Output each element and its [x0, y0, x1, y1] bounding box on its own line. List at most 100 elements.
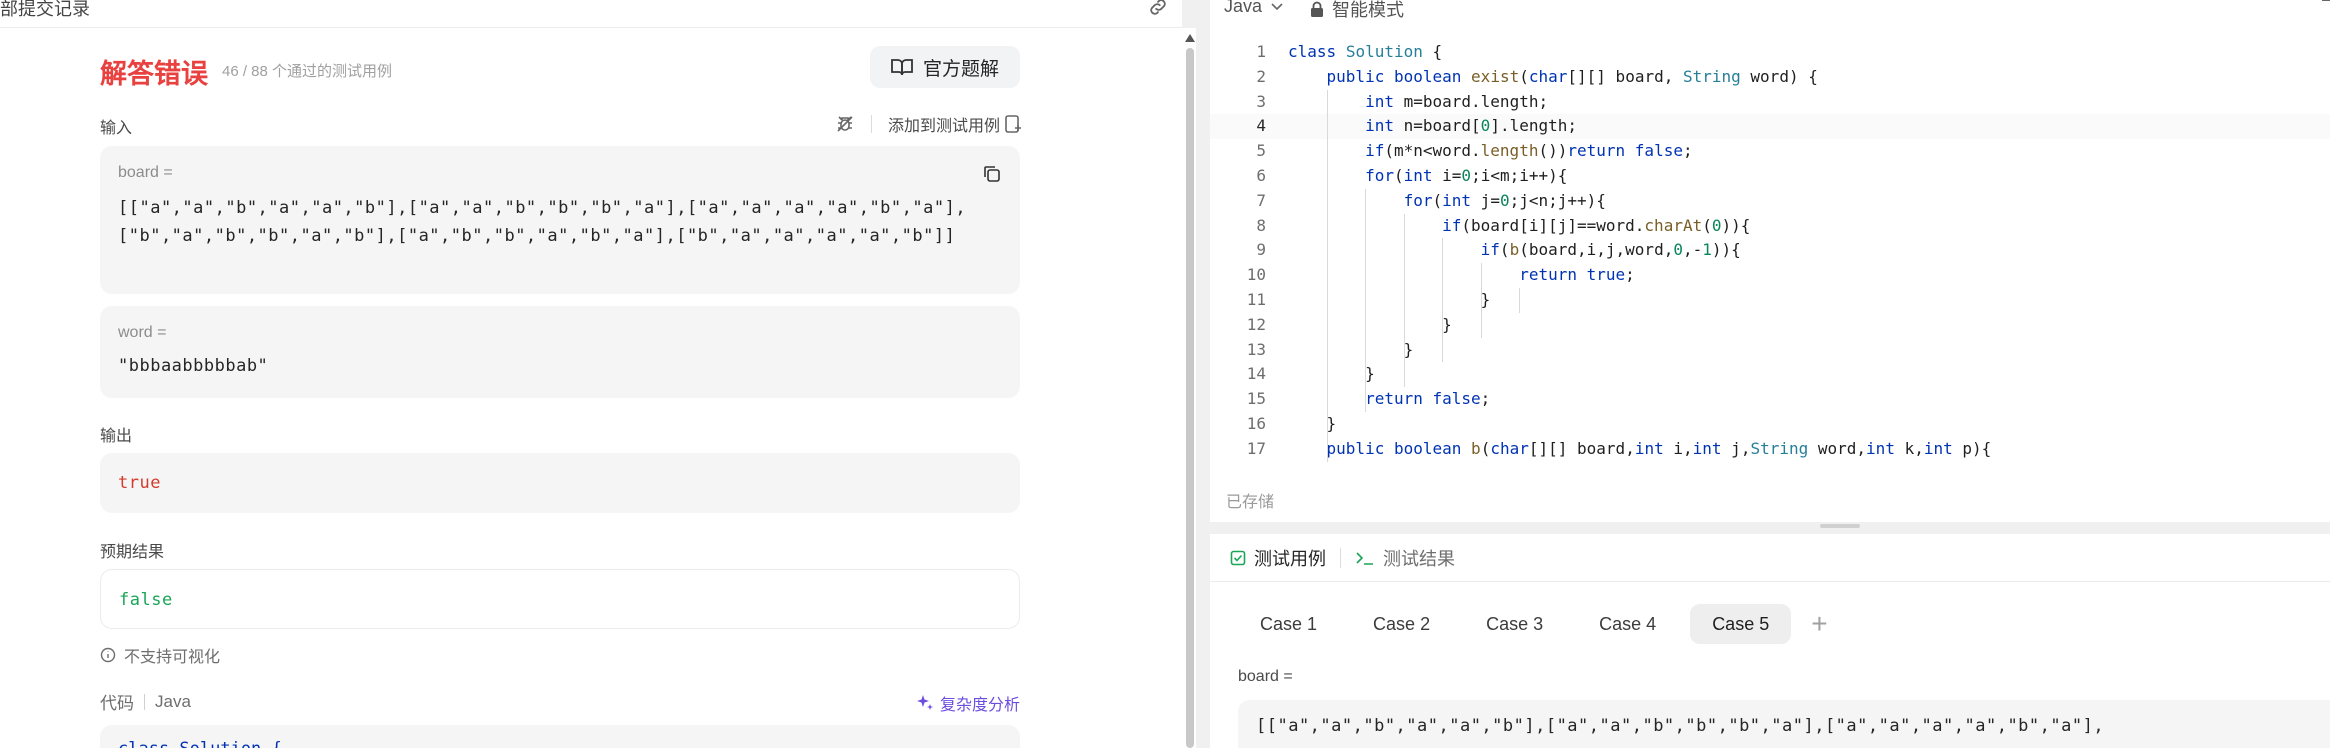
code-line[interactable]: 5 if(m*n<word.length())return false;	[1210, 139, 2330, 164]
breadcrumb[interactable]: 部提交记录	[0, 0, 90, 18]
input-toolbar: 添加到测试用例	[835, 112, 1022, 136]
testcase-board-label: board =	[1238, 668, 1293, 685]
code-line[interactable]: 13 }	[1210, 338, 2330, 363]
case-tabs: Case 1 Case 2 Case 3 Case 4 Case 5 +	[1238, 604, 1836, 644]
smart-mode-toggle[interactable]: 智能模式	[1310, 0, 1404, 22]
panel-divider[interactable]	[1196, 0, 1210, 748]
code-text: }	[1288, 314, 1452, 334]
line-number: 12	[1246, 314, 1266, 334]
language-selector[interactable]: Java	[1224, 0, 1284, 17]
board-label: board =	[118, 164, 173, 181]
no-visualization-note: 不支持可视化	[100, 643, 220, 667]
case-tab[interactable]: Case 1	[1238, 604, 1339, 644]
code-text: return false;	[1365, 389, 1491, 409]
lock-icon	[1311, 1, 1323, 17]
test-panel: 测试用例 测试结果 Case 1 Case 2 Case 3 Case 4 Case 5…	[1210, 534, 2330, 748]
official-solution-button[interactable]: 官方题解	[870, 46, 1020, 88]
line-number: 1	[1256, 42, 1266, 61]
code-text: return true;	[1519, 265, 1635, 285]
bug-icon[interactable]	[835, 114, 855, 134]
complexity-analysis-button[interactable]: 复杂度分析	[916, 691, 1020, 715]
code-preview-text: class Solution {	[118, 739, 282, 748]
menu-icon[interactable]	[2316, 0, 2330, 14]
add-testcase-icon	[1005, 115, 1021, 133]
line-number: 2	[1256, 66, 1266, 86]
board-input-box: board = [["a","a","b","a","a","b"],["a",…	[100, 146, 1020, 294]
code-line[interactable]: 4 int n=board[0].length;	[1210, 114, 2330, 140]
case-tab[interactable]: Case 4	[1577, 604, 1678, 644]
line-number: 3	[1256, 91, 1266, 111]
line-number: 8	[1256, 215, 1266, 235]
scroll-up-arrow[interactable]	[1185, 34, 1195, 42]
tab-test-result-label: 测试结果	[1383, 548, 1455, 569]
code-line[interactable]: 17 public boolean b(char[][] board,int i…	[1210, 437, 2330, 462]
code-line[interactable]: 15 return false;	[1210, 387, 2330, 412]
code-line[interactable]: 9 if(b(board,i,j,word,0,-1)){	[1210, 238, 2330, 263]
line-number: 5	[1256, 141, 1266, 161]
code-header: 代码 Java	[100, 689, 191, 714]
code-text: }	[1288, 364, 1375, 384]
code-area[interactable]: 1 class Solution { 2 public boolean exist(…	[1210, 40, 2330, 462]
code-line[interactable]: 7 for(int j=0;j<n;j++){	[1210, 189, 2330, 214]
code-line[interactable]: 1 class Solution {	[1210, 40, 2330, 65]
smart-mode-label: 智能模式	[1332, 0, 1404, 20]
code-text: public boolean exist(char[][] board, Str…	[1326, 66, 1818, 86]
info-icon	[100, 647, 116, 663]
code-text: }	[1288, 289, 1491, 309]
indent-guide	[1403, 213, 1405, 388]
tab-testcase[interactable]: 测试用例	[1230, 545, 1326, 571]
code-text: public boolean b(char[][] board,int i,in…	[1326, 438, 1992, 458]
code-text: int n=board[0].length;	[1365, 116, 1578, 136]
output-value: true	[118, 473, 161, 493]
case-tab[interactable]: Case 2	[1351, 604, 1452, 644]
expected-box: false	[100, 569, 1020, 629]
add-to-testcase-button[interactable]: 添加到测试用例	[888, 112, 1022, 136]
code-line[interactable]: 10 return true;	[1210, 263, 2330, 288]
page: 部提交记录 解答错误 46 / 88 个通过的测试用例 官方题解 输入 添加到测	[0, 0, 2330, 748]
tabs-separator	[1340, 547, 1341, 568]
testcase-board-input[interactable]: [["a","a","b","a","a","b"],["a","a","b",…	[1238, 700, 2330, 748]
case-tab[interactable]: Case 3	[1464, 604, 1565, 644]
result-count: 46 / 88 个通过的测试用例	[222, 63, 393, 80]
add-case-button[interactable]: +	[1803, 608, 1835, 640]
vertical-resize-handle[interactable]	[1820, 524, 1860, 528]
code-language: Java	[155, 691, 191, 711]
code-label: 代码	[100, 694, 134, 713]
sparkle-icon	[916, 695, 933, 710]
language-label: Java	[1224, 0, 1263, 16]
code-line[interactable]: 16 }	[1210, 412, 2330, 437]
word-label: word =	[118, 324, 167, 341]
line-number: 16	[1246, 413, 1266, 433]
left-topbar: 部提交记录	[0, 0, 1182, 28]
code-editor-panel: Java 智能模式 1 class Solution { 2 public bool…	[1210, 0, 2330, 522]
code-text: }	[1288, 413, 1337, 433]
code-line[interactable]: 8 if(board[i][j]==word.charAt(0)){	[1210, 214, 2330, 239]
indent-guide	[1442, 238, 1444, 363]
input-label: 输入	[100, 120, 133, 137]
link-icon[interactable]	[1146, 0, 1170, 18]
code-text: class Solution {	[1288, 42, 1443, 61]
line-number: 6	[1256, 165, 1266, 185]
line-number: 4	[1256, 116, 1266, 136]
output-box: true	[100, 453, 1020, 513]
code-text: if(b(board,i,j,word,0,-1)){	[1480, 240, 1741, 260]
code-line[interactable]: 12 }	[1210, 313, 2330, 338]
left-scrollbar-thumb[interactable]	[1186, 48, 1194, 748]
code-line[interactable]: 6 for(int i=0;i<m;i++){	[1210, 164, 2330, 189]
code-line[interactable]: 3 int m=board.length;	[1210, 90, 2330, 115]
case-tab[interactable]: Case 5	[1690, 604, 1792, 644]
code-line[interactable]: 14 }	[1210, 362, 2330, 387]
code-line[interactable]: 11 }	[1210, 288, 2330, 313]
code-text: if(m*n<word.length())return false;	[1365, 141, 1693, 161]
tab-test-result[interactable]: 测试结果	[1355, 545, 1455, 571]
copy-icon[interactable]	[982, 164, 1002, 184]
code-text: for(int j=0;j<n;j++){	[1403, 190, 1606, 210]
checkbox-icon	[1230, 550, 1246, 565]
book-icon	[891, 59, 913, 76]
code-line[interactable]: 2 public boolean exist(char[][] board, S…	[1210, 65, 2330, 90]
code-header-separator	[144, 693, 145, 710]
line-number: 14	[1246, 364, 1266, 384]
indent-guide	[1519, 288, 1521, 313]
expected-value: false	[119, 590, 173, 610]
line-number: 13	[1246, 339, 1266, 359]
